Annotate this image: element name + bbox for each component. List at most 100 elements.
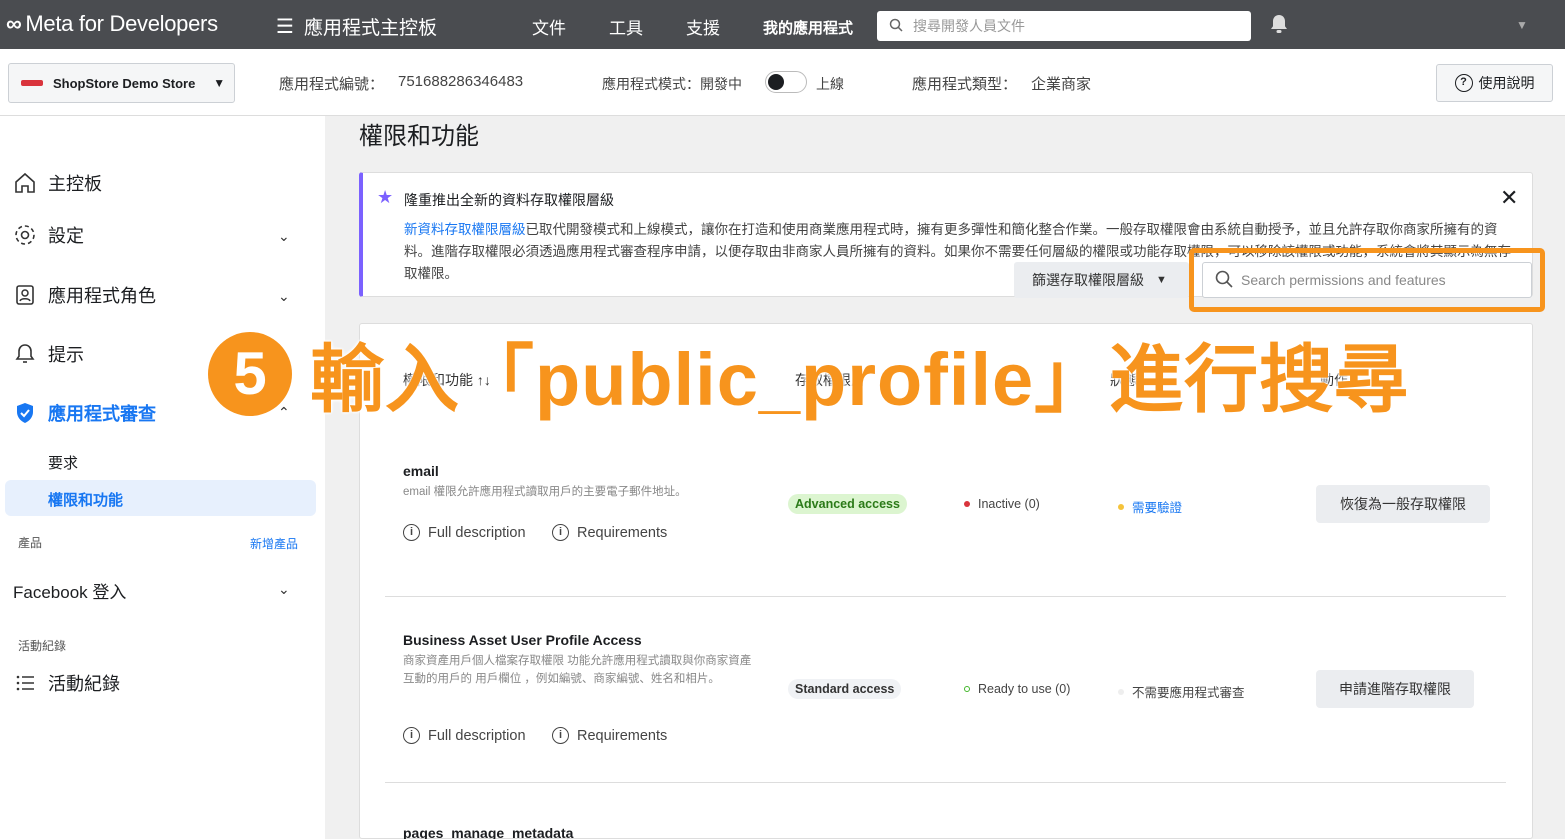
instruction-text: 輸入「public_profile」進行搜尋 bbox=[310, 338, 1410, 421]
sidebar-label: 主控板 bbox=[48, 174, 102, 194]
status-text: Ready to use (0) bbox=[978, 682, 1071, 696]
home-icon bbox=[12, 170, 38, 196]
review-indicator: 不需要應用程式審查 bbox=[1118, 682, 1245, 701]
filter-label: 篩選存取權限層級 bbox=[1032, 272, 1144, 288]
star-icon: ★ bbox=[377, 187, 394, 207]
status-indicator: Ready to use (0) bbox=[964, 682, 1070, 696]
sidebar: 主控板 設定 ⌄ 應用程式角色 ⌄ 提示 應用程式審查 ⌃ 要求 權限和功能 產… bbox=[0, 116, 325, 839]
logo-text: Meta for Developers bbox=[25, 11, 218, 36]
list-icon bbox=[12, 670, 38, 696]
full-description-link[interactable]: i Full description bbox=[403, 727, 526, 744]
status-dot bbox=[1118, 503, 1124, 510]
info-icon: i bbox=[552, 727, 569, 744]
info-icon: i bbox=[552, 524, 569, 541]
store-logo bbox=[21, 80, 43, 86]
bell-icon[interactable] bbox=[1268, 13, 1290, 41]
gear-icon bbox=[12, 222, 38, 248]
top-bar: ∞ Meta for Developers ☰ 應用程式主控板 文件 工具 支援… bbox=[0, 0, 1565, 49]
info-icon: i bbox=[403, 727, 420, 744]
link-label: Full description bbox=[428, 727, 526, 744]
status-dot bbox=[964, 686, 970, 692]
full-description-link[interactable]: i Full description bbox=[403, 524, 526, 541]
hamburger-icon[interactable]: ☰ bbox=[276, 14, 294, 39]
help-label: 使用說明 bbox=[1478, 75, 1535, 91]
sidebar-label: 提示 bbox=[48, 345, 84, 365]
status-dot bbox=[1118, 688, 1124, 695]
status-indicator: Inactive (0) bbox=[964, 497, 1040, 511]
step-number: 5 bbox=[208, 331, 292, 416]
close-icon[interactable]: ✕ bbox=[1500, 185, 1518, 211]
meta-logo[interactable]: ∞ Meta for Developers bbox=[6, 11, 218, 37]
shield-check-icon bbox=[12, 400, 38, 426]
search-highlight-box bbox=[1189, 248, 1545, 312]
dev-docs-search[interactable]: 搜尋開發人員文件 bbox=[877, 11, 1251, 41]
row-divider bbox=[385, 596, 1506, 597]
account-chevron-down-icon[interactable]: ▼ bbox=[1516, 18, 1528, 32]
app-header: ShopStore Demo Store ▼ 應用程式編號： 751688286… bbox=[0, 49, 1565, 116]
notice-link[interactable]: 新資料存取權限層級 bbox=[404, 222, 526, 237]
app-mode-label: 應用程式模式：開發中 bbox=[602, 76, 742, 92]
permission-name: Business Asset User Profile Access bbox=[403, 632, 642, 648]
sidebar-item-app-review[interactable]: 應用程式審查 bbox=[12, 400, 156, 426]
chevron-down-icon: ▼ bbox=[1156, 274, 1167, 286]
sidebar-item-dashboard[interactable]: 主控板 bbox=[12, 170, 102, 196]
chevron-down-icon[interactable]: ⌄ bbox=[278, 228, 290, 245]
sidebar-sub-permissions[interactable]: 權限和功能 bbox=[48, 489, 123, 510]
requirements-link[interactable]: i Requirements bbox=[552, 524, 667, 541]
sidebar-item-roles[interactable]: 應用程式角色 bbox=[12, 282, 156, 308]
app-type-value: 企業商家 bbox=[1031, 76, 1092, 93]
permission-name: pages_manage_metadata bbox=[403, 825, 574, 839]
permission-name: email bbox=[403, 463, 439, 479]
instruction-overlay: 5 輸入「public_profile」進行搜尋 bbox=[208, 320, 1409, 427]
products-label: 產品 bbox=[18, 536, 43, 550]
nav-tools[interactable]: 工具 bbox=[609, 14, 643, 39]
infinity-icon: ∞ bbox=[6, 11, 22, 36]
permission-desc: 商家資產用戶個人檔案存取權限 功能允許應用程式讀取與你商家資產互動的用戶的 用戶… bbox=[403, 655, 752, 685]
sidebar-item-alerts[interactable]: 提示 bbox=[12, 341, 84, 367]
sidebar-item-facebook-login[interactable]: Facebook 登入 bbox=[13, 578, 126, 603]
chevron-down-icon[interactable]: ⌄ bbox=[278, 581, 290, 598]
search-icon bbox=[889, 18, 903, 35]
store-name: ShopStore Demo Store bbox=[53, 75, 196, 91]
review-indicator[interactable]: 需要驗證 bbox=[1118, 497, 1182, 516]
nav-docs[interactable]: 文件 bbox=[532, 14, 566, 39]
link-label: Full description bbox=[428, 524, 526, 541]
app-id: 751688286346483 bbox=[398, 73, 524, 90]
review-link[interactable]: 需要驗證 bbox=[1132, 497, 1182, 516]
revert-standard-button[interactable]: 恢復為一般存取權限 bbox=[1316, 485, 1490, 523]
help-button[interactable]: ? 使用說明 bbox=[1436, 64, 1553, 102]
sidebar-label: 應用程式角色 bbox=[48, 286, 156, 306]
id-card-icon bbox=[12, 282, 38, 308]
row-divider bbox=[385, 782, 1506, 783]
status-text: Inactive (0) bbox=[978, 497, 1040, 511]
notice-title: 隆重推出全新的資料存取權限層級 bbox=[404, 192, 614, 208]
question-icon: ? bbox=[1454, 74, 1473, 92]
nav-my-apps[interactable]: 我的應用程式 bbox=[763, 17, 853, 38]
search-placeholder: 搜尋開發人員文件 bbox=[913, 18, 1025, 34]
review-text: 不需要應用程式審查 bbox=[1132, 686, 1245, 700]
sidebar-label: 活動紀錄 bbox=[48, 674, 120, 694]
nav-support[interactable]: 支援 bbox=[686, 14, 720, 39]
activity-label: 活動紀錄 bbox=[18, 639, 67, 653]
sidebar-item-settings[interactable]: 設定 bbox=[12, 222, 84, 248]
app-mode-toggle[interactable] bbox=[765, 71, 807, 93]
access-badge: Advanced access bbox=[788, 494, 907, 514]
sidebar-sub-requests[interactable]: 要求 bbox=[48, 452, 78, 473]
link-label: Requirements bbox=[577, 524, 668, 541]
requirements-link[interactable]: i Requirements bbox=[552, 727, 667, 744]
add-product-link[interactable]: 新增產品 bbox=[250, 535, 298, 552]
chevron-down-icon: ▼ bbox=[213, 76, 226, 90]
status-dot bbox=[964, 501, 970, 507]
app-mode-live: 上線 bbox=[816, 76, 844, 92]
store-selector[interactable]: ShopStore Demo Store ▼ bbox=[8, 63, 235, 103]
chevron-down-icon[interactable]: ⌄ bbox=[278, 288, 290, 305]
access-level-filter[interactable]: 篩選存取權限層級 ▼ bbox=[1014, 262, 1189, 298]
page-title: 權限和功能 bbox=[359, 123, 479, 150]
sidebar-label: 設定 bbox=[48, 226, 84, 246]
app-dashboard-link[interactable]: 應用程式主控板 bbox=[304, 13, 437, 40]
request-advanced-button[interactable]: 申請進階存取權限 bbox=[1316, 670, 1474, 708]
sidebar-item-activity[interactable]: 活動紀錄 bbox=[12, 670, 120, 696]
permission-desc: email 權限允許應用程式讀取用戶的主要電子郵件地址。 bbox=[403, 486, 687, 498]
sidebar-label: 應用程式審查 bbox=[48, 404, 156, 424]
info-icon: i bbox=[403, 524, 420, 541]
